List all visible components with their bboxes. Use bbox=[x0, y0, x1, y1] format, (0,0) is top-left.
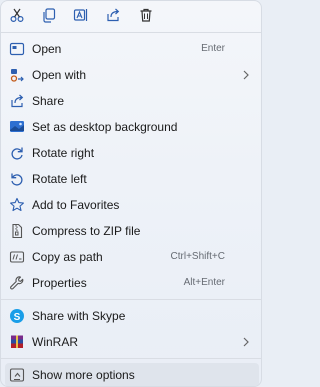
rename-icon bbox=[73, 9, 88, 21]
cut-button[interactable] bbox=[5, 4, 29, 26]
shortcut-text: Ctrl+Shift+C bbox=[170, 251, 225, 262]
menu-item-label: Open bbox=[32, 42, 62, 56]
menu-item-label: Open with bbox=[32, 68, 87, 82]
delete-icon bbox=[140, 8, 152, 22]
star-icon bbox=[9, 197, 25, 213]
menu-item-properties[interactable]: Properties Alt+Enter bbox=[5, 271, 259, 295]
menu-item-compress-zip[interactable]: Compress to ZIP file bbox=[5, 219, 259, 243]
quick-actions-bar bbox=[1, 1, 261, 31]
share-button[interactable] bbox=[101, 4, 125, 26]
menu-item-open[interactable]: Open Enter bbox=[5, 37, 259, 61]
menu-item-winrar[interactable]: WinRAR bbox=[5, 330, 259, 354]
divider bbox=[1, 32, 261, 33]
share-icon bbox=[9, 93, 25, 109]
menu-item-label: Compress to ZIP file bbox=[32, 224, 141, 238]
menu-item-open-with[interactable]: Open with bbox=[5, 63, 259, 87]
skype-icon: S bbox=[9, 308, 25, 324]
rotate-right-icon bbox=[9, 145, 25, 161]
context-menu: Open Enter Open with Share Set as deskto… bbox=[0, 0, 262, 387]
copy-path-icon bbox=[9, 249, 25, 265]
rotate-left-icon bbox=[9, 171, 25, 187]
delete-button[interactable] bbox=[134, 4, 158, 26]
divider bbox=[1, 299, 261, 300]
menu-item-share-with-skype[interactable]: S Share with Skype bbox=[5, 304, 259, 328]
copy-button[interactable] bbox=[37, 4, 61, 26]
menu-item-label: Rotate right bbox=[32, 146, 95, 160]
menu-item-label: WinRAR bbox=[32, 335, 79, 349]
menu-item-label: Rotate left bbox=[32, 172, 87, 186]
chevron-right-icon bbox=[243, 70, 249, 80]
chevron-right-icon bbox=[243, 337, 249, 347]
cut-icon bbox=[10, 8, 24, 23]
wrench-icon bbox=[9, 275, 25, 291]
menu-item-add-to-favorites[interactable]: Add to Favorites bbox=[5, 193, 259, 217]
share-icon bbox=[107, 8, 120, 22]
menu-item-label: Share bbox=[32, 94, 65, 108]
copy-icon bbox=[43, 8, 56, 23]
menu-item-label: Share with Skype bbox=[32, 309, 126, 323]
zip-icon bbox=[9, 223, 25, 239]
menu-item-rotate-left[interactable]: Rotate left bbox=[5, 167, 259, 191]
menu-item-copy-as-path[interactable]: Copy as path Ctrl+Shift+C bbox=[5, 245, 259, 269]
menu-item-rotate-right[interactable]: Rotate right bbox=[5, 141, 259, 165]
menu-item-share[interactable]: Share bbox=[5, 89, 259, 113]
open-with-icon bbox=[9, 67, 25, 83]
menu-item-label: Add to Favorites bbox=[32, 198, 120, 212]
desktop-background-icon bbox=[9, 119, 25, 135]
menu-item-label: Set as desktop background bbox=[32, 120, 178, 134]
more-options-icon bbox=[9, 367, 25, 383]
open-icon bbox=[9, 41, 25, 57]
winrar-icon bbox=[9, 334, 25, 350]
divider bbox=[1, 358, 261, 359]
shortcut-text: Enter bbox=[201, 43, 225, 54]
shortcut-text: Alt+Enter bbox=[183, 277, 225, 288]
menu-item-show-more-options[interactable]: Show more options bbox=[5, 363, 259, 386]
menu-item-label: Properties bbox=[32, 276, 87, 290]
rename-button[interactable] bbox=[69, 4, 93, 26]
menu-item-label: Copy as path bbox=[32, 250, 103, 264]
menu-item-label: Show more options bbox=[32, 368, 135, 382]
svg-text:S: S bbox=[14, 312, 21, 323]
menu-item-set-desktop-background[interactable]: Set as desktop background bbox=[5, 115, 259, 139]
